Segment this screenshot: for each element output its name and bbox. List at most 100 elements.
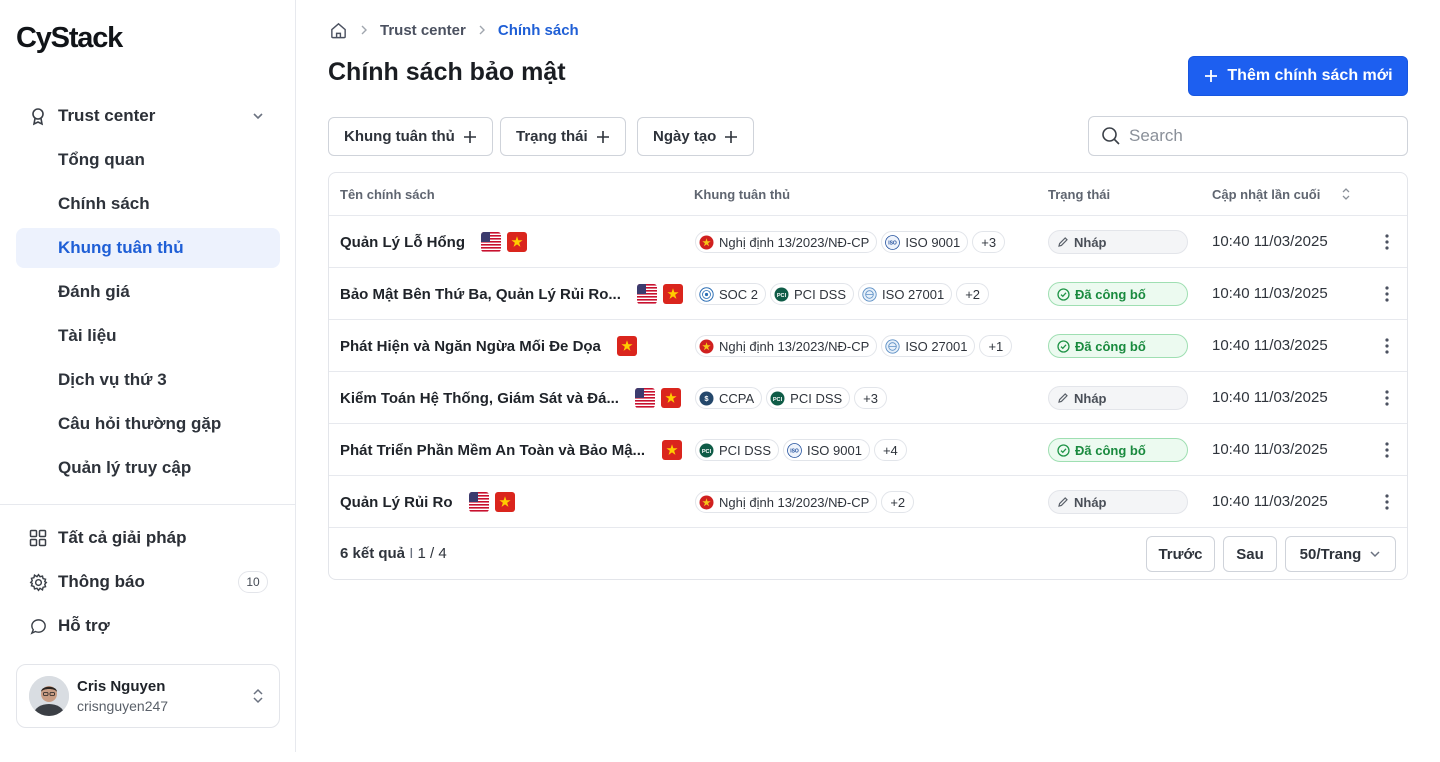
last-updated: 10:40 11/03/2025	[1212, 493, 1328, 510]
last-updated: 10:40 11/03/2025	[1212, 337, 1328, 354]
sidebar-item-notifications[interactable]: Thông báo 10	[16, 562, 280, 602]
vn-emblem-icon	[699, 495, 714, 510]
framework-chip: ISO 27001	[881, 335, 976, 357]
policy-name[interactable]: Kiểm Toán Hệ Thống, Giám Sát và Đá...	[340, 372, 619, 424]
sidebar-item-support[interactable]: Hỗ trợ	[16, 606, 280, 646]
check-circle-icon	[1057, 287, 1070, 301]
sidebar-group-label: Trust center	[58, 106, 156, 125]
last-updated: 10:40 11/03/2025	[1212, 233, 1328, 250]
last-updated: 10:40 11/03/2025	[1212, 389, 1328, 406]
user-handle: crisnguyen247	[77, 698, 169, 714]
chevron-down-icon[interactable]	[248, 109, 268, 123]
home-icon[interactable]	[328, 20, 348, 40]
check-circle-icon	[1057, 339, 1070, 353]
page-size-select[interactable]: 50/Trang	[1285, 536, 1396, 572]
sidebar-item-all-solutions[interactable]: Tất cả giải pháp	[16, 518, 280, 558]
search-input[interactable]	[1129, 126, 1389, 146]
more-actions-icon[interactable]	[1377, 232, 1397, 252]
check-circle-icon	[1057, 443, 1070, 457]
more-actions-icon[interactable]	[1377, 388, 1397, 408]
sidebar-item-tong-quan[interactable]: Tổng quan	[16, 140, 280, 180]
more-frameworks-badge[interactable]: +3	[854, 387, 887, 409]
vn-emblem-icon	[699, 339, 714, 354]
column-header-status: Trạng thái	[1048, 187, 1111, 202]
more-frameworks-badge[interactable]: +3	[972, 231, 1006, 253]
table-row[interactable]: Quản Lý Rủi Ro Nghị định 13/2023/NĐ-CP +2 N…	[329, 476, 1407, 528]
us-flag-icon	[636, 284, 657, 304]
framework-chip: Nghị định 13/2023/NĐ-CP	[695, 491, 878, 513]
policy-name[interactable]: Quản Lý Rủi Ro	[340, 476, 453, 528]
more-frameworks-badge[interactable]: +1	[979, 335, 1013, 357]
more-frameworks-badge[interactable]: +4	[873, 439, 907, 461]
sidebar-item-dich-vu-thu-3[interactable]: Dịch vụ thứ 3	[16, 360, 280, 400]
svg-text:PCI: PCI	[777, 292, 787, 298]
sidebar: CyStack Trust center Tổng quan Chính sác…	[0, 0, 296, 752]
vietnam-flag-icon	[506, 232, 527, 252]
user-account-switcher[interactable]: Cris Nguyen crisnguyen247	[16, 664, 280, 728]
last-updated: 10:40 11/03/2025	[1212, 441, 1328, 458]
next-page-button[interactable]: Sau	[1223, 536, 1277, 572]
table-row[interactable]: Phát Hiện và Ngăn Ngừa Mối Đe Dọa Nghị đị…	[329, 320, 1407, 372]
avatar	[29, 676, 69, 716]
table-row[interactable]: Quản Lý Lỗ Hổng Nghị định 13/2023/NĐ-CP IS…	[329, 216, 1407, 268]
column-header-framework: Khung tuân thủ	[694, 187, 791, 202]
last-updated: 10:40 11/03/2025	[1212, 285, 1328, 302]
sidebar-item-khung-tuan-thu[interactable]: Khung tuân thủ	[16, 228, 280, 268]
more-actions-icon[interactable]	[1377, 492, 1397, 512]
badge-icon	[28, 106, 48, 126]
language-flags	[661, 440, 682, 460]
previous-page-button[interactable]: Trước	[1146, 536, 1215, 572]
more-actions-icon[interactable]	[1377, 440, 1397, 460]
vietnam-flag-icon	[616, 336, 637, 356]
vietnam-flag-icon	[661, 440, 682, 460]
sort-icon[interactable]	[1341, 187, 1351, 201]
policy-name[interactable]: Phát Hiện và Ngăn Ngừa Mối Đe Dọa	[340, 320, 601, 372]
plus-icon	[1203, 68, 1219, 84]
grid-icon	[28, 528, 48, 548]
language-flags	[636, 284, 683, 304]
cystack-logo[interactable]: CyStack	[16, 22, 123, 55]
chevron-right-icon	[360, 25, 368, 35]
more-frameworks-badge[interactable]: +2	[956, 283, 990, 305]
column-header-updated[interactable]: Cập nhật lần cuối	[1212, 187, 1320, 202]
plus-icon	[724, 130, 738, 144]
table-row[interactable]: Bảo Mật Bên Thứ Ba, Quản Lý Rủi Ro... SOC…	[329, 268, 1407, 320]
more-actions-icon[interactable]	[1377, 336, 1397, 356]
framework-chip: Nghị định 13/2023/NĐ-CP	[695, 335, 878, 357]
filter-status-button[interactable]: Trạng thái	[500, 117, 626, 156]
vietnam-flag-icon	[660, 388, 681, 408]
status-badge: Nháp	[1048, 386, 1188, 410]
policy-name[interactable]: Phát Triển Phần Mềm An Toàn và Bảo Mậ...	[340, 424, 645, 476]
sidebar-item-chinh-sach[interactable]: Chính sách	[16, 184, 280, 224]
sidebar-item-quan-ly-truy-cap[interactable]: Quản lý truy cập	[16, 448, 280, 488]
framework-chip: $ CCPA	[695, 387, 763, 409]
chat-icon	[28, 616, 48, 636]
sidebar-group-trust-center[interactable]: Trust center	[16, 96, 280, 136]
status-badge: Đã công bố	[1048, 282, 1188, 306]
framework-chips: PCI PCI DSS ISO ISO 9001 +4	[695, 439, 907, 461]
iso-icon: ISO	[787, 442, 802, 458]
policy-name[interactable]: Bảo Mật Bên Thứ Ba, Quản Lý Rủi Ro...	[340, 268, 621, 320]
sidebar-item-danh-gia[interactable]: Đánh giá	[16, 272, 280, 312]
iso-globe-icon	[885, 338, 900, 354]
more-frameworks-badge[interactable]: +2	[881, 491, 915, 513]
table-row[interactable]: Phát Triển Phần Mềm An Toàn và Bảo Mậ...…	[329, 424, 1407, 476]
table-row[interactable]: Kiểm Toán Hệ Thống, Giám Sát và Đá... $ CC…	[329, 372, 1407, 424]
framework-chip: PCI PCI DSS	[695, 439, 780, 461]
filter-framework-button[interactable]: Khung tuân thủ	[328, 117, 493, 156]
us-flag-icon	[634, 388, 655, 408]
iso-globe-icon	[862, 286, 877, 302]
results-summary: 6 kết quả I 1 / 4	[340, 545, 447, 562]
sidebar-item-cau-hoi[interactable]: Câu hỏi thường gặp	[16, 404, 280, 444]
breadcrumb-trust-center[interactable]: Trust center	[380, 22, 466, 39]
sidebar-item-tai-lieu[interactable]: Tài liệu	[16, 316, 280, 356]
filter-created-date-button[interactable]: Ngày tạo	[637, 117, 755, 156]
add-policy-button[interactable]: Thêm chính sách mới	[1188, 56, 1408, 96]
pencil-icon	[1057, 236, 1069, 248]
language-flags	[480, 232, 527, 252]
more-actions-icon[interactable]	[1377, 284, 1397, 304]
table-footer: 6 kết quả I 1 / 4 Trước Sau 50/Trang	[329, 528, 1407, 579]
search-field[interactable]	[1088, 116, 1408, 156]
policy-name[interactable]: Quản Lý Lỗ Hổng	[340, 216, 465, 268]
framework-chips: SOC 2 PCI PCI DSS ISO 27001 +2	[695, 283, 990, 305]
